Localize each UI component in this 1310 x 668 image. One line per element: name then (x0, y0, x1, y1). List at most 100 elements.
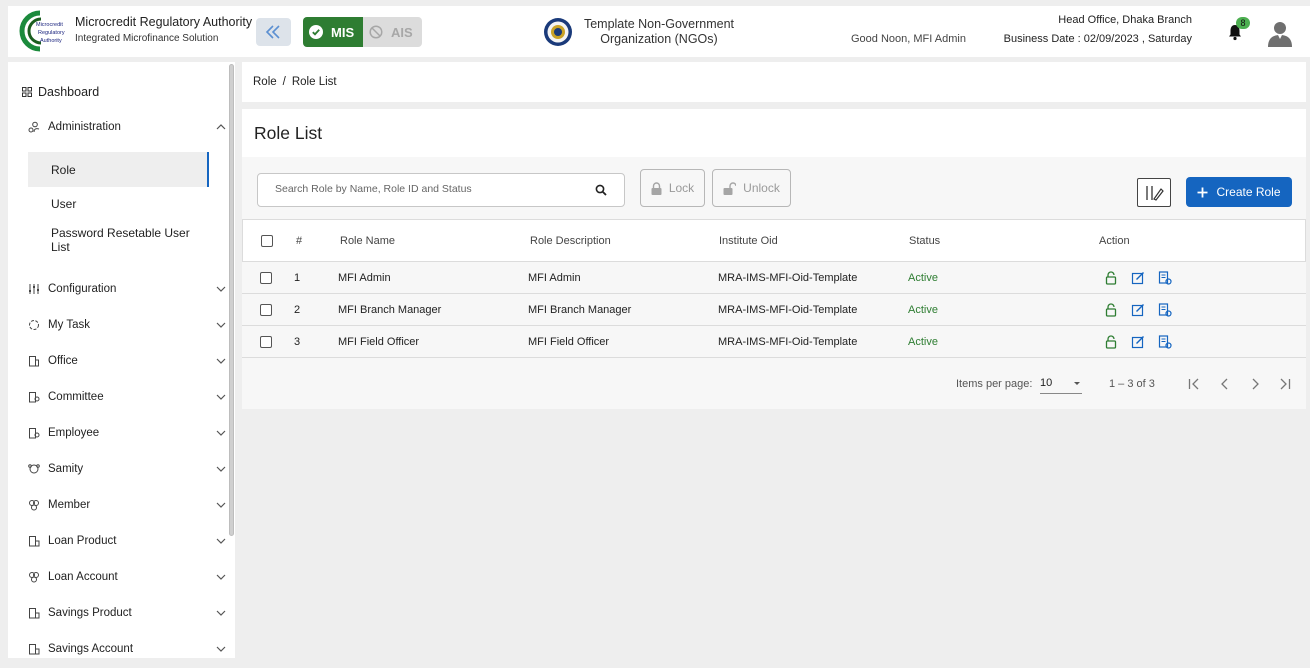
row-institute-oid: MRA-IMS-MFI-Oid-Template (718, 271, 858, 284)
create-role-label: Create Role (1216, 185, 1281, 199)
paginator: Items per page: 10 1 – 3 of 3 (242, 369, 1306, 401)
page-range-label: 1 – 3 of 3 (1109, 378, 1155, 390)
column-edit-icon (1146, 185, 1164, 201)
edit-icon[interactable] (1131, 335, 1145, 349)
mra-logo-icon: Microcredit Regulatory Authority (19, 10, 65, 52)
sidebar-item-administration[interactable]: Administration (28, 121, 226, 133)
user-avatar-icon[interactable] (1266, 19, 1294, 47)
sidebar-item-dashboard[interactable]: Dashboard (22, 85, 99, 99)
previous-page-icon[interactable] (1218, 377, 1232, 391)
select-all-checkbox[interactable] (261, 234, 273, 247)
sidebar-sub-item-role[interactable]: Role (28, 152, 209, 187)
search-input[interactable] (275, 183, 585, 195)
sidebar-item-configuration[interactable]: Configuration (28, 283, 226, 295)
chevron-down-icon (216, 502, 226, 508)
header-role-name[interactable]: Role Name (340, 235, 395, 247)
create-role-button[interactable]: Create Role (1186, 177, 1292, 207)
header-status[interactable]: Status (909, 235, 940, 247)
unlock-label: Unlock (743, 181, 780, 195)
row-actions (1104, 334, 1172, 349)
view-details-icon[interactable] (1158, 270, 1172, 285)
org-name-line1: Template Non-Government (583, 17, 735, 31)
mis-toggle-button[interactable]: MIS (303, 17, 363, 47)
chevron-down-icon (216, 394, 226, 400)
sidebar-collapse-button[interactable] (256, 18, 291, 46)
search-icon[interactable] (595, 184, 607, 196)
sidebar-item-employee[interactable]: Employee (28, 427, 226, 439)
header-role-description[interactable]: Role Description (530, 235, 611, 247)
edit-icon[interactable] (1131, 303, 1145, 317)
row-checkbox[interactable] (260, 271, 272, 284)
committee-icon (29, 392, 40, 403)
view-details-icon[interactable] (1158, 334, 1172, 349)
first-page-icon[interactable] (1187, 377, 1201, 391)
breadcrumb-root[interactable]: Role (253, 76, 277, 88)
chevron-down-icon (216, 538, 226, 544)
last-page-icon[interactable] (1278, 377, 1292, 391)
sidebar-item-member[interactable]: Member (28, 499, 226, 511)
row-checkbox[interactable] (260, 335, 272, 348)
items-per-page-label: Items per page: (956, 378, 1033, 390)
sidebar-item-loan-product[interactable]: Loan Product (28, 535, 226, 547)
breadcrumb-current: Role List (291, 76, 337, 88)
business-date: Business Date : 02/09/2023 , Saturday (1003, 33, 1192, 45)
items-per-page-select[interactable]: 10 (1040, 374, 1082, 394)
brand-subtitle: Integrated Microfinance Solution (75, 33, 219, 44)
sidebar-item-loan-account[interactable]: Loan Account (28, 571, 226, 583)
sidebar-sub-item-user[interactable]: User (28, 197, 209, 211)
sidebar-scrollbar[interactable] (229, 64, 234, 536)
refresh-icon (29, 320, 39, 330)
greeting-text: Good Noon, MFI Admin (851, 33, 966, 45)
building-icon (29, 356, 39, 367)
caret-down-icon (1074, 382, 1080, 385)
sidebar-sub-item-password-reset[interactable]: Password Resetable User List (28, 226, 198, 254)
sidebar-item-label: Loan Account (48, 571, 118, 583)
sidebar-item-committee[interactable]: Committee (28, 391, 226, 403)
unlock-row-icon[interactable] (1104, 270, 1118, 285)
row-number: 1 (294, 271, 301, 284)
edit-icon[interactable] (1131, 271, 1145, 285)
admin-users-icon (28, 121, 40, 133)
unlock-row-icon[interactable] (1104, 302, 1118, 317)
row-institute-oid: MRA-IMS-MFI-Oid-Template (718, 335, 858, 348)
unlock-row-icon[interactable] (1104, 334, 1118, 349)
sidebar-item-label: Loan Product (48, 535, 117, 547)
ais-toggle-button[interactable]: AIS (363, 17, 422, 47)
logo-text-1: Microcredit (36, 22, 63, 28)
table-row: 2 MFI Branch Manager MFI Branch Manager … (242, 294, 1306, 326)
sliders-icon (29, 284, 39, 294)
row-role-name: MFI Branch Manager (338, 303, 442, 316)
mis-label: MIS (331, 24, 355, 40)
top-header: Microcredit Regulatory Authority Microcr… (8, 6, 1310, 57)
search-field[interactable] (257, 173, 625, 207)
branch-name: Head Office, Dhaka Branch (1058, 14, 1192, 26)
lock-button[interactable]: Lock (640, 169, 705, 207)
view-details-icon[interactable] (1158, 302, 1172, 317)
unlock-button[interactable]: Unlock (712, 169, 791, 207)
loan-product-icon (29, 536, 40, 547)
sidebar-item-samity[interactable]: Samity (28, 463, 226, 475)
row-status: Active (908, 303, 938, 316)
unlock-icon (723, 181, 737, 195)
table-row: 1 MFI Admin MFI Admin MRA-IMS-MFI-Oid-Te… (242, 262, 1306, 294)
sidebar-item-savings-product[interactable]: Savings Product (28, 607, 226, 619)
page-title: Role List (254, 123, 323, 143)
row-checkbox[interactable] (260, 303, 272, 316)
sidebar-item-my-task[interactable]: My Task (28, 319, 226, 331)
sub-item-label: User (51, 197, 77, 211)
next-page-icon[interactable] (1248, 377, 1262, 391)
sidebar-item-savings-account[interactable]: Savings Account (28, 643, 226, 655)
samity-icon (28, 464, 40, 474)
sidebar-dashboard-label: Dashboard (38, 85, 100, 99)
lock-icon (651, 181, 662, 195)
items-per-page-value: 10 (1040, 377, 1053, 389)
employee-icon (29, 428, 40, 439)
row-status: Active (908, 335, 938, 348)
column-settings-button[interactable] (1137, 178, 1171, 207)
sidebar-item-office[interactable]: Office (28, 355, 226, 367)
header-institute-oid[interactable]: Institute Oid (719, 235, 778, 247)
row-role-name: MFI Admin (338, 271, 391, 284)
chevron-down-icon (216, 430, 226, 436)
plus-icon (1197, 187, 1208, 197)
chevron-down-icon (216, 646, 226, 652)
